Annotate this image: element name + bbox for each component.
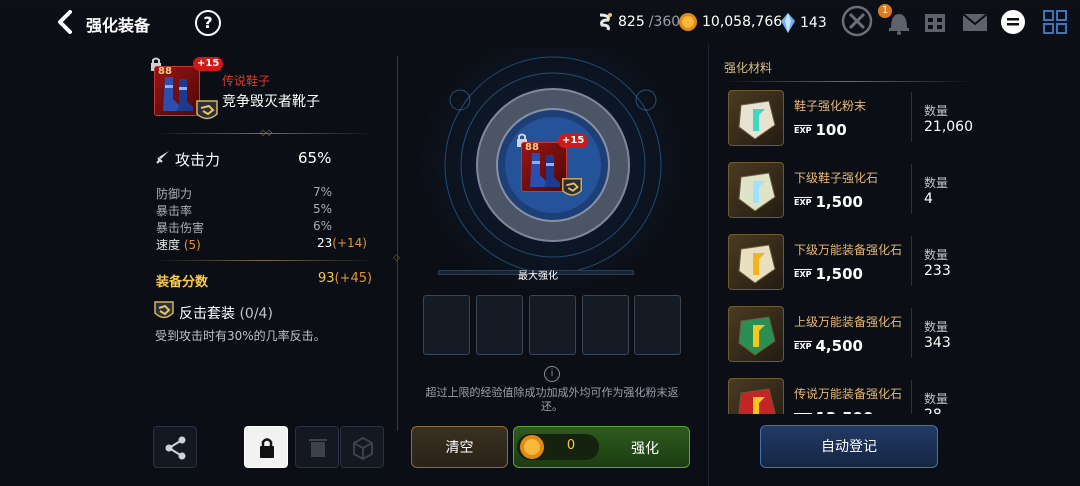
auto-register-button[interactable]: 自动登记 [760,425,938,468]
row-divider [911,164,912,214]
stone-icon [738,388,776,414]
quantity-label: 数量 [924,248,949,262]
stone-icon [738,100,776,140]
exp-icon: EXP [794,413,812,414]
material-name: 鞋子强化粉末 [794,99,867,113]
material-icon [728,378,784,414]
quantity-value: 343 [924,335,951,351]
extract-button[interactable] [340,426,384,468]
share-icon [165,436,186,460]
material-row[interactable]: 上级万能装备强化石 EXP 4,500 数量 343 [725,306,975,370]
discard-button[interactable] [295,426,339,468]
enhance-label: 强化 [631,441,659,457]
quantity-label: 数量 [924,392,949,406]
enhance-button[interactable]: 0 强化 [513,426,690,468]
material-exp: 1,500 [815,193,863,211]
material-exp: 1,500 [815,265,863,283]
quantity-value: 233 [924,263,951,279]
material-exp-group: EXP 1,500 [794,265,863,283]
material-row[interactable]: 鞋子强化粉末 EXP 100 数量 21,060 [725,90,975,154]
quantity-value: 28 [924,407,942,414]
material-exp-group: EXP 100 [794,121,847,139]
exp-icon: EXP [794,269,812,279]
exp-icon: EXP [794,125,812,135]
quantity-value: 21,060 [924,119,973,135]
row-divider [911,236,912,286]
box-icon [353,436,373,461]
lock-button[interactable] [244,426,288,468]
quantity-label: 数量 [924,104,949,118]
material-exp: 4,500 [815,337,863,355]
row-divider [911,92,912,142]
clear-button[interactable]: 清空 [411,426,508,468]
quantity-value: 4 [924,191,933,207]
material-exp-group: EXP 1,500 [794,193,863,211]
material-name: 传说万能装备强化石 [794,387,903,401]
quantity-label: 数量 [924,320,949,334]
stone-icon [738,244,776,284]
lock-icon [260,438,274,458]
gold-coin-icon [520,435,544,459]
material-exp: 100 [815,121,847,139]
material-row[interactable]: 传说万能装备强化石 EXP 13,500 数量28 [725,378,975,414]
enhance-cost: 0 [566,438,576,453]
material-name: 下级鞋子强化石 [794,171,879,185]
trash-icon [309,439,327,457]
stone-icon [738,172,776,212]
materials-list[interactable]: 鞋子强化粉末 EXP 100 数量 21,060 下级鞋子强化石 EXP 1,500 数量 4 下级… [0,0,1080,414]
row-divider [911,380,912,414]
exp-icon: EXP [794,197,812,207]
row-divider [911,308,912,358]
material-icon [728,90,784,146]
material-row[interactable]: 下级鞋子强化石 EXP 1,500 数量 4 [725,162,975,226]
material-icon [728,306,784,362]
exp-icon: EXP [794,341,812,351]
stone-icon [738,316,776,356]
material-name: 下级万能装备强化石 [794,243,903,257]
material-row[interactable]: 下级万能装备强化石 EXP 1,500 数量 233 [725,234,975,298]
material-exp: 13,500 [816,409,874,414]
material-name: 上级万能装备强化石 [794,315,903,329]
share-button[interactable] [153,426,197,468]
material-exp-group: EXP 4,500 [794,337,863,355]
material-icon [728,162,784,218]
quantity-label: 数量 [924,176,949,190]
material-exp-group: EXP 13,500 [794,409,873,414]
material-icon [728,234,784,290]
